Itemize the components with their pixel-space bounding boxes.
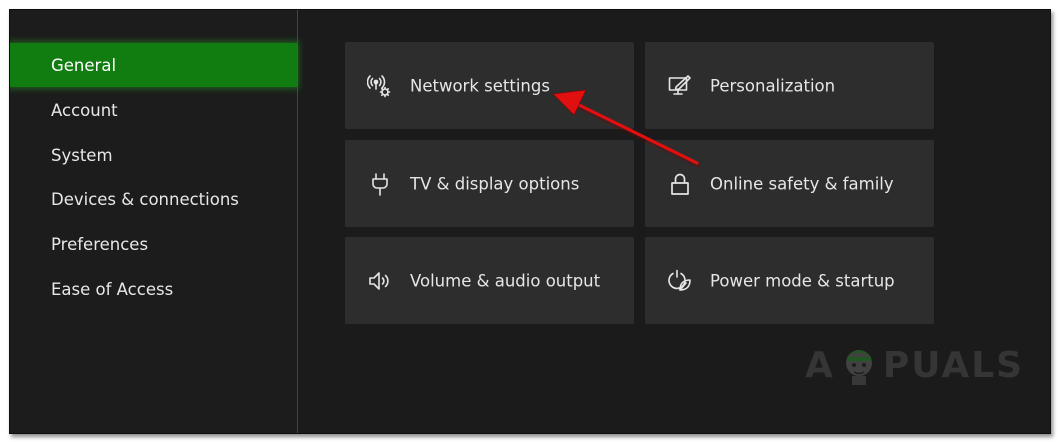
tile-tv-display-options[interactable]: TV & display options — [345, 140, 634, 227]
settings-sidebar: General Account System Devices & connect… — [10, 10, 298, 433]
sidebar-item-preferences[interactable]: Preferences — [10, 222, 297, 266]
network-settings-icon — [365, 71, 395, 101]
sidebar-item-system[interactable]: System — [10, 133, 297, 177]
sidebar-item-label: Preferences — [51, 234, 149, 254]
power-leaf-icon — [665, 266, 695, 296]
tile-label: Online safety & family — [710, 174, 894, 193]
watermark-text-right: PUALS — [882, 344, 1025, 386]
watermark-text-left: A — [805, 344, 835, 386]
mascot-logo-icon — [845, 350, 872, 385]
sidebar-item-general[interactable]: General — [10, 43, 297, 87]
tile-personalization[interactable]: Personalization — [645, 42, 934, 129]
sidebar-item-label: General — [51, 55, 117, 75]
sidebar-item-label: Ease of Access — [51, 279, 174, 299]
tile-volume-audio-output[interactable]: Volume & audio output — [345, 237, 634, 324]
tile-label: Power mode & startup — [710, 271, 895, 290]
sidebar-item-devices-connections[interactable]: Devices & connections — [10, 177, 297, 221]
lock-icon — [665, 169, 695, 199]
speaker-icon — [365, 266, 395, 296]
sidebar-item-label: System — [51, 145, 113, 165]
tile-network-settings[interactable]: Network settings — [345, 42, 634, 129]
tile-power-mode-startup[interactable]: Power mode & startup — [645, 237, 934, 324]
sidebar-item-label: Devices & connections — [51, 189, 239, 209]
personalization-icon — [665, 71, 695, 101]
tv-display-icon — [365, 169, 395, 199]
tile-online-safety-family[interactable]: Online safety & family — [645, 140, 934, 227]
tile-label: Network settings — [410, 76, 550, 95]
tile-label: Volume & audio output — [410, 271, 601, 290]
tile-label: TV & display options — [410, 174, 580, 193]
sidebar-item-label: Account — [51, 100, 118, 120]
tile-label: Personalization — [710, 76, 836, 95]
sidebar-item-ease-of-access[interactable]: Ease of Access — [10, 267, 297, 311]
sidebar-item-account[interactable]: Account — [10, 88, 297, 132]
appuals-watermark: A PUALS — [805, 343, 1024, 387]
